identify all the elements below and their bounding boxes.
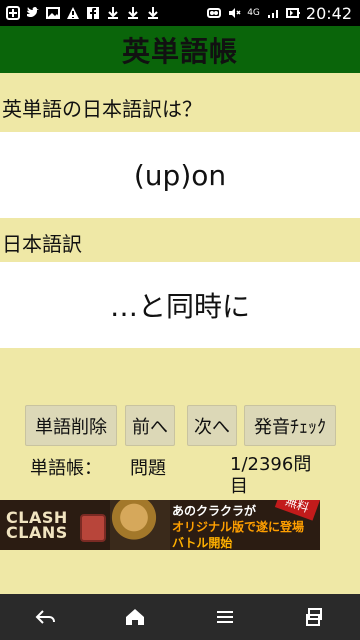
menu-icon[interactable]: [205, 597, 245, 637]
warning-icon: [66, 6, 80, 20]
add-icon: [6, 6, 20, 20]
status-bar: 4G 20:42: [0, 0, 360, 26]
progress-text: 1/2396問 目: [230, 454, 311, 498]
wordbook-label: 単語帳：: [30, 458, 102, 479]
answer-label: 日本語訳: [2, 232, 82, 256]
japanese-translation: …と同時に: [109, 290, 250, 323]
next-button[interactable]: 次へ: [187, 405, 237, 446]
ad-banner[interactable]: CLASH CLANS あのクラクラが オリジナル版で遂に登場 バトル開始 無料: [0, 500, 320, 550]
download-icon: [126, 6, 140, 20]
ad-text-1: あのクラクラが: [172, 504, 257, 518]
download-icon: [106, 6, 120, 20]
clock: 20:42: [305, 3, 352, 23]
game-logo: CLASH CLANS: [6, 510, 90, 542]
delete-word-button[interactable]: 単語削除: [25, 405, 117, 446]
character-illustration: [110, 500, 170, 550]
back-icon[interactable]: [25, 597, 65, 637]
status-left-icons: [0, 6, 160, 20]
ad-text-2: オリジナル版で遂に登場: [172, 520, 305, 534]
mute-icon: [227, 6, 241, 20]
battery-icon: [285, 6, 300, 20]
question-label: 英単語の日本語訳は？: [2, 97, 202, 121]
progress-line-1: 1/2396問: [230, 454, 312, 475]
image-icon: [46, 6, 60, 20]
recording-icon: [207, 6, 222, 20]
navigation-bar: [0, 594, 360, 640]
mode-label: 問題: [130, 458, 166, 479]
progress-line-2: 目: [230, 476, 248, 497]
status-right-icons: 4G 20:42: [207, 4, 360, 23]
download-icon: [146, 6, 160, 20]
signal-icon: [266, 6, 280, 20]
twitter-icon: [26, 6, 40, 20]
network-type: 4G: [247, 8, 260, 18]
home-icon[interactable]: [115, 597, 155, 637]
pronounce-check-button[interactable]: 発音ﾁｪｯｸ: [244, 405, 336, 446]
word-card: (up)on: [0, 132, 360, 218]
english-word: (up)on: [133, 158, 227, 192]
facebook-icon: [86, 6, 100, 20]
ad-text-3: バトル開始: [172, 536, 233, 550]
answer-card: …と同時に: [0, 262, 360, 348]
recent-apps-icon[interactable]: [295, 597, 335, 637]
app-title: 英単語帳: [121, 34, 238, 68]
shield-icon: [80, 514, 106, 542]
app-title-bar: 英単語帳: [0, 26, 360, 73]
prev-button[interactable]: 前へ: [125, 405, 175, 446]
logo-line-2: CLANS: [6, 523, 68, 542]
